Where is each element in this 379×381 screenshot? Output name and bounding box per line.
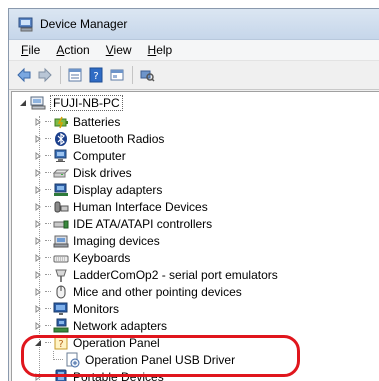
tree-item-label: Keyboards [73,250,131,265]
serial-port-icon [53,267,69,283]
tree-dots [45,308,51,309]
tree-item-label: Monitors [73,301,120,316]
ide-controller-icon [53,216,69,232]
tree-item-label: Imaging devices [73,233,160,248]
tree-dots [45,291,51,292]
menu-action[interactable]: Action [48,43,97,57]
computer-icon [30,95,46,111]
network-adapter-icon [53,318,69,334]
back-arrow-icon[interactable] [15,66,33,84]
tree-item-computer[interactable]: Computer [33,147,126,164]
expand-arrow-icon[interactable] [33,236,43,246]
tree-item-network-adapters[interactable]: Network adapters [33,317,167,334]
menu-help-accel: H [147,43,157,57]
tree-item-batteries[interactable]: Batteries [33,113,120,130]
menu-help-rest: elp [156,43,173,57]
tree-item-keyboards[interactable]: Keyboards [33,249,130,266]
expand-arrow-icon[interactable] [33,321,43,331]
tree-item-imaging-devices[interactable]: Imaging devices [33,232,160,249]
disk-drive-icon [53,165,69,181]
window-title: Device Manager [40,17,128,31]
tree-item-label: Disk drives [73,165,132,180]
tree-dots [45,138,51,139]
menu-action-rest: ction [64,43,90,57]
tree-item-display-adapters[interactable]: Display adapters [33,181,162,198]
tree-item-label: Display adapters [73,182,163,197]
expand-arrow-icon[interactable] [33,185,43,195]
tree-item-human-interface-devices[interactable]: Human Interface Devices [33,198,208,215]
display-adapter-icon [53,182,69,198]
scan-hardware-icon[interactable] [138,66,156,84]
tree-item-label: LadderComOp2 - serial port emulators [73,267,278,282]
update-driver-icon[interactable] [108,66,126,84]
expand-arrow-icon[interactable] [33,219,43,229]
tree-item-label: Human Interface Devices [73,199,208,214]
menu-view-rest: iew [113,43,132,57]
menu-bar: File Action View Help [9,40,379,61]
menu-help[interactable]: Help [140,43,181,57]
tree-item-label: Computer [73,148,126,163]
device-manager-window: Device Manager File Action View Help ? F… [8,8,379,381]
tree-item-bluetooth-radios[interactable]: Bluetooth Radios [33,130,164,147]
tree-dots [45,189,51,190]
tree-dots [45,172,51,173]
collapse-arrow-icon[interactable] [18,98,28,108]
bluetooth-icon [53,131,69,147]
tree-dots [45,257,51,258]
tree-item-monitors[interactable]: Monitors [33,300,119,317]
tree-item-label: IDE ATA/ATAPI controllers [73,216,213,231]
expand-arrow-icon[interactable] [33,134,43,144]
tree-item-label: Mice and other pointing devices [73,284,242,299]
toolbar: ? [9,61,379,90]
tree-dots [45,206,51,207]
tree-item-mice[interactable]: Mice and other pointing devices [33,283,242,300]
keyboard-icon [53,250,69,266]
expand-arrow-icon[interactable] [33,270,43,280]
properties-icon[interactable] [66,66,84,84]
tree-item-label: Network adapters [73,318,168,333]
menu-file[interactable]: File [13,43,48,57]
expand-arrow-icon[interactable] [33,253,43,263]
expand-arrow-icon[interactable] [33,304,43,314]
expand-arrow-icon[interactable] [33,117,43,127]
tree-item-disk-drives[interactable]: Disk drives [33,164,132,181]
expand-arrow-icon[interactable] [33,202,43,212]
menu-view[interactable]: View [98,43,140,57]
monitor-icon [53,301,69,317]
device-manager-icon [18,16,34,32]
expand-arrow-icon[interactable] [33,168,43,178]
tree-dots [45,223,51,224]
title-bar[interactable]: Device Manager [9,9,379,40]
hid-icon [53,199,69,215]
tree-dots [45,274,51,275]
toolbar-separator [60,66,61,84]
highlight-callout [21,335,300,377]
tree-root[interactable]: FUJI-NB-PC [18,94,123,111]
battery-icon [53,114,69,130]
tree-item-laddercomop2[interactable]: LadderComOp2 - serial port emulators [33,266,278,283]
tree-item-label: Bluetooth Radios [73,131,165,146]
menu-view-accel: V [105,43,114,57]
svg-text:?: ? [93,71,98,82]
mouse-icon [53,284,69,300]
tree-item-ide-controllers[interactable]: IDE ATA/ATAPI controllers [33,215,212,232]
tree-root-label: FUJI-NB-PC [50,94,123,111]
computer-icon [53,148,69,164]
imaging-device-icon [53,233,69,249]
toolbar-separator-2 [132,66,133,84]
help-icon[interactable]: ? [87,66,105,84]
tree-dots [45,155,51,156]
tree-dots [45,240,51,241]
menu-file-rest: ile [28,43,41,57]
tree-item-label: Batteries [73,114,121,129]
tree-dots [45,121,51,122]
expand-arrow-icon[interactable] [33,287,43,297]
tree-dots [45,325,51,326]
forward-arrow-icon[interactable] [36,66,54,84]
expand-arrow-icon[interactable] [33,151,43,161]
